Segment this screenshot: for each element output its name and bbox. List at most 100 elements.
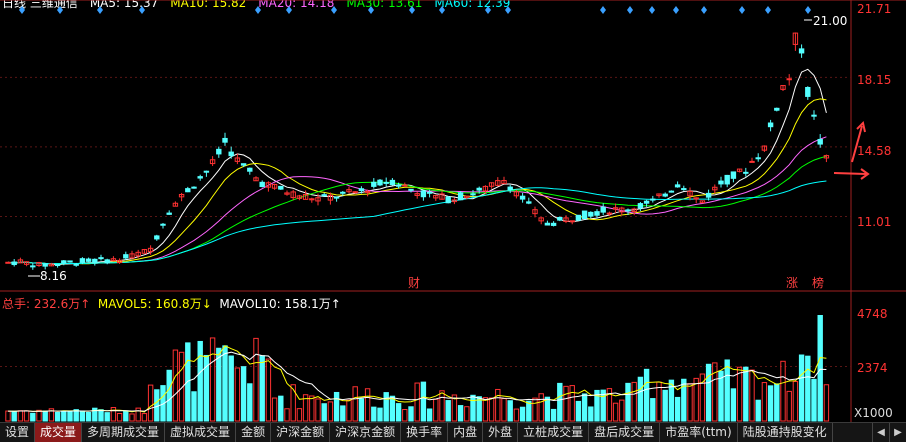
- candle-body: [321, 194, 327, 197]
- scroll-left-button[interactable]: ◀: [872, 423, 889, 442]
- volume-bar: [209, 337, 216, 422]
- volume-bar: [147, 384, 154, 422]
- candle-body: [674, 184, 681, 188]
- volume-bar: [371, 406, 377, 422]
- volume-bar: [823, 384, 830, 422]
- volume-bar: [333, 391, 340, 422]
- volume-bar: [259, 355, 265, 422]
- volume-bar: [54, 411, 61, 422]
- volume-bar: [575, 400, 582, 422]
- volume-bar: [340, 405, 346, 422]
- volume-bar: [780, 360, 786, 422]
- candle-body: [544, 222, 551, 226]
- volume-unit-label: X1000: [854, 406, 893, 420]
- event-diamond: [673, 6, 679, 14]
- volume-bar: [36, 409, 42, 422]
- candle-body: [309, 198, 315, 201]
- indicator-tab[interactable]: 外盘: [483, 423, 519, 442]
- event-diamond: [368, 6, 374, 14]
- volume-bar: [352, 386, 358, 422]
- candle-body: [625, 209, 631, 212]
- volume-tick-label: 2374: [857, 361, 888, 375]
- volume-bar: [141, 413, 148, 422]
- indicator-tab[interactable]: 沪深京金额: [330, 423, 402, 442]
- volume-bar: [240, 366, 247, 422]
- candle-body: [154, 235, 160, 240]
- volume-bar: [569, 385, 575, 422]
- volume-bar: [792, 381, 799, 422]
- volume-bar: [631, 381, 637, 422]
- volume-bar: [278, 395, 284, 422]
- volume-bar: [774, 383, 780, 422]
- indicator-tab[interactable]: 内盘: [448, 423, 484, 442]
- volume-bar: [23, 410, 30, 422]
- candle-body: [743, 171, 749, 174]
- volume-bar: [228, 355, 234, 422]
- volume-bar: [557, 382, 563, 422]
- indicator-tab-bar: 设置 成交量 多周期成交量 虚拟成交量 金额 沪深金额 沪深京金额 换手率 内盘 外盘 立桩成交量盘…: [0, 422, 906, 442]
- candle-body: [203, 170, 210, 173]
- indicator-tab[interactable]: 盘后成交量: [589, 423, 661, 442]
- volume-bar: [309, 395, 315, 422]
- ma30-line: [7, 155, 827, 265]
- volume-bar: [563, 385, 569, 422]
- candle-body: [681, 188, 687, 191]
- volume-bar: [11, 410, 17, 422]
- candle-body: [817, 138, 823, 145]
- volume-bar: [321, 403, 327, 422]
- volume-ma5-line: [7, 345, 827, 413]
- volume-bar: [581, 393, 588, 422]
- volume-bar: [724, 359, 730, 422]
- candle-body: [166, 212, 172, 215]
- volume-bar: [67, 410, 73, 422]
- candle-body: [197, 176, 203, 179]
- indicator-tab[interactable]: 金额: [236, 423, 272, 442]
- candle-body: [92, 258, 98, 264]
- candle-body: [395, 184, 402, 187]
- indicator-tab[interactable]: 设置: [0, 423, 36, 442]
- candle-body: [445, 196, 451, 204]
- candle-body: [104, 259, 110, 264]
- volume-bar: [798, 354, 805, 422]
- event-diamond: [57, 6, 63, 14]
- price-tick-label: 21.71: [857, 2, 891, 16]
- volume-bar: [749, 369, 755, 422]
- volume-bar: [532, 397, 538, 422]
- scroll-right-button[interactable]: ▶: [889, 423, 906, 442]
- event-diamond: [505, 6, 511, 14]
- indicator-tab[interactable]: 陆股通持股变化: [738, 423, 833, 442]
- volume-tick-label: 4748: [857, 307, 888, 321]
- candle-body: [61, 260, 67, 264]
- candle-body: [240, 163, 247, 166]
- indicator-tab[interactable]: 换手率: [401, 423, 449, 442]
- indicator-tab[interactable]: 虚拟成交量: [165, 423, 237, 442]
- candle-body: [805, 86, 811, 97]
- volume-bar: [116, 412, 123, 422]
- volume-bar: [426, 408, 433, 422]
- volume-bar: [433, 398, 439, 422]
- candle-body: [358, 188, 365, 192]
- volume-bar: [538, 393, 544, 422]
- total-volume: 总手: 232.6万↑: [2, 297, 91, 311]
- candle-body: [550, 222, 557, 226]
- volume-bar: [364, 388, 371, 422]
- event-marker-limit-up: 涨: [786, 275, 798, 290]
- volume-bar: [5, 410, 11, 422]
- indicator-tab[interactable]: 立桩成交量: [518, 423, 590, 442]
- indicator-tab[interactable]: 市盈率(ttm): [660, 423, 738, 442]
- candle-body: [377, 179, 383, 186]
- indicator-tab[interactable]: 沪深金额: [271, 423, 331, 442]
- mavol10-value: MAVOL10: 158.1万↑: [219, 297, 341, 311]
- volume-bar: [637, 376, 644, 422]
- volume-bar: [346, 399, 352, 422]
- volume-bar: [42, 410, 48, 422]
- volume-bar: [643, 368, 650, 422]
- volume-bar: [736, 366, 743, 422]
- volume-bar: [507, 400, 513, 422]
- candle-body: [11, 261, 17, 266]
- volume-bar: [625, 382, 631, 422]
- price-tick-label: 14.58: [857, 144, 891, 158]
- indicator-tab[interactable]: 成交量: [35, 423, 83, 442]
- volume-bar: [743, 366, 749, 422]
- indicator-tab[interactable]: 多周期成交量: [82, 423, 166, 442]
